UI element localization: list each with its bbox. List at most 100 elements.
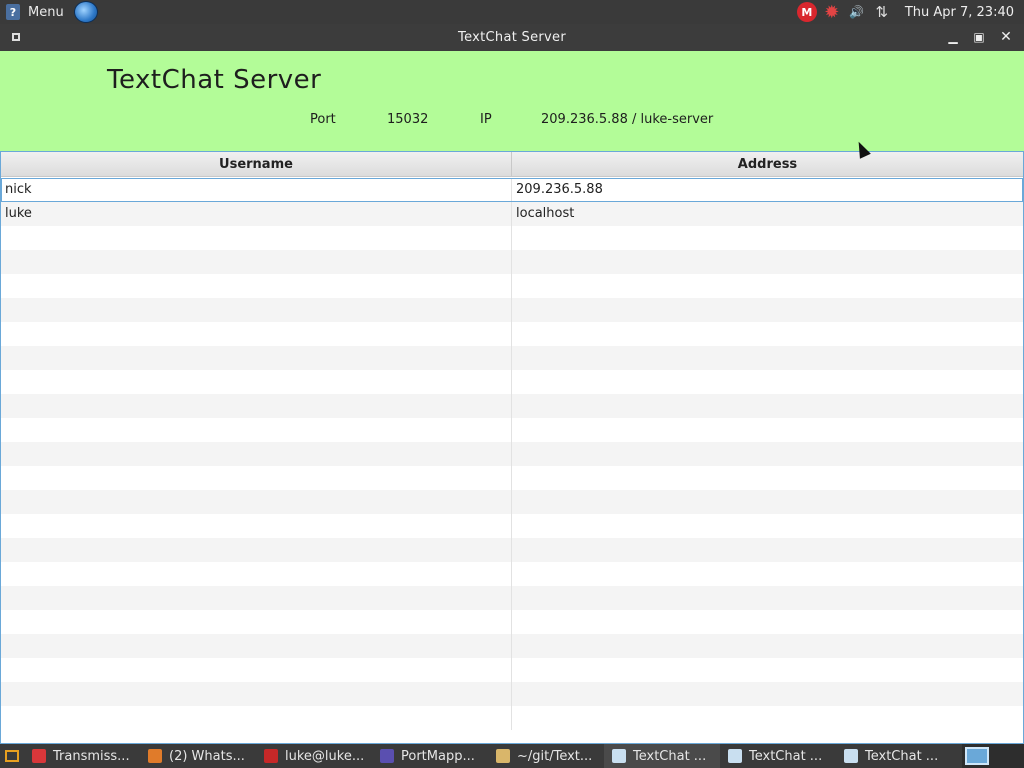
empty-cell[interactable] (512, 562, 1023, 586)
empty-cell[interactable] (1, 274, 512, 298)
empty-table-row[interactable] (1, 706, 1023, 730)
empty-table-row[interactable] (1, 562, 1023, 586)
column-header-username[interactable]: Username (1, 152, 512, 177)
empty-cell[interactable] (512, 394, 1023, 418)
empty-table-row[interactable] (1, 466, 1023, 490)
empty-cell[interactable] (1, 586, 512, 610)
empty-cell[interactable] (1, 466, 512, 490)
network-icon[interactable]: ⇅ (872, 2, 892, 22)
empty-cell[interactable] (512, 706, 1023, 730)
table-body[interactable]: nick 209.236.5.88 luke localhost (1, 178, 1023, 744)
username-cell[interactable]: luke (1, 202, 512, 226)
empty-cell[interactable] (512, 346, 1023, 370)
taskbar-item[interactable]: (2) Whats... (140, 744, 256, 768)
empty-cell[interactable] (1, 442, 512, 466)
clock[interactable]: Thu Apr 7, 23:40 (905, 5, 1014, 20)
empty-table-row[interactable] (1, 370, 1023, 394)
taskbar-item-active[interactable]: TextChat ... (604, 744, 720, 768)
window-titlebar[interactable]: TextChat Server ▁ ▣ ✕ (0, 24, 1024, 51)
empty-cell[interactable] (1, 346, 512, 370)
empty-table-row[interactable] (1, 418, 1023, 442)
empty-cell[interactable] (512, 610, 1023, 634)
empty-cell[interactable] (1, 370, 512, 394)
empty-cell[interactable] (512, 370, 1023, 394)
update-notifier-icon[interactable]: ✹ (822, 2, 842, 23)
taskbar-item[interactable]: TextChat ... (720, 744, 836, 768)
empty-table-row[interactable] (1, 442, 1023, 466)
mega-sync-icon[interactable]: M (796, 2, 817, 22)
empty-cell[interactable] (512, 490, 1023, 514)
menu-button[interactable]: ? Menu (6, 2, 64, 22)
maximize-button[interactable]: ▣ (970, 28, 988, 46)
address-cell[interactable]: localhost (512, 202, 1023, 226)
empty-cell[interactable] (1, 226, 512, 250)
empty-table-row[interactable] (1, 490, 1023, 514)
users-table[interactable]: Username Address nick 209.236.5.88 luke … (0, 151, 1024, 744)
empty-cell[interactable] (1, 538, 512, 562)
taskbar-item[interactable]: ~/git/Text... (488, 744, 604, 768)
server-header: TextChat Server Port 15032 IP 209.236.5.… (0, 51, 1024, 151)
column-header-address[interactable]: Address (512, 152, 1023, 177)
empty-table-row[interactable] (1, 250, 1023, 274)
empty-cell[interactable] (1, 658, 512, 682)
terminal-icon (264, 749, 278, 763)
port-value: 15032 (387, 112, 429, 127)
table-row[interactable]: luke localhost (1, 202, 1023, 226)
workspace-switcher[interactable] (962, 744, 1024, 768)
firefox-icon (148, 749, 162, 763)
empty-cell[interactable] (512, 418, 1023, 442)
empty-table-row[interactable] (1, 394, 1023, 418)
taskbar-item[interactable]: luke@luke... (256, 744, 372, 768)
empty-table-row[interactable] (1, 658, 1023, 682)
empty-table-row[interactable] (1, 346, 1023, 370)
empty-cell[interactable] (1, 322, 512, 346)
volume-icon[interactable]: 🔊 (847, 2, 867, 22)
empty-cell[interactable] (512, 586, 1023, 610)
empty-cell[interactable] (512, 634, 1023, 658)
empty-table-row[interactable] (1, 226, 1023, 250)
empty-cell[interactable] (1, 562, 512, 586)
empty-table-row[interactable] (1, 610, 1023, 634)
empty-cell[interactable] (1, 682, 512, 706)
empty-cell[interactable] (512, 682, 1023, 706)
empty-cell[interactable] (512, 250, 1023, 274)
empty-cell[interactable] (512, 538, 1023, 562)
minimize-button[interactable]: ▁ (944, 28, 962, 46)
empty-table-row[interactable] (1, 634, 1023, 658)
empty-cell[interactable] (512, 226, 1023, 250)
empty-table-row[interactable] (1, 298, 1023, 322)
empty-cell[interactable] (1, 514, 512, 538)
empty-cell[interactable] (1, 706, 512, 730)
username-cell[interactable]: nick (1, 178, 512, 202)
menu-label: Menu (28, 4, 64, 20)
empty-cell[interactable] (1, 490, 512, 514)
empty-table-row[interactable] (1, 274, 1023, 298)
empty-table-row[interactable] (1, 586, 1023, 610)
close-button[interactable]: ✕ (997, 28, 1015, 46)
empty-table-row[interactable] (1, 514, 1023, 538)
empty-cell[interactable] (1, 634, 512, 658)
empty-cell[interactable] (512, 274, 1023, 298)
taskbar-item[interactable]: TextChat ... (836, 744, 952, 768)
empty-table-row[interactable] (1, 682, 1023, 706)
empty-cell[interactable] (512, 514, 1023, 538)
empty-cell[interactable] (512, 298, 1023, 322)
empty-cell[interactable] (1, 610, 512, 634)
empty-cell[interactable] (512, 322, 1023, 346)
empty-cell[interactable] (1, 394, 512, 418)
empty-cell[interactable] (512, 442, 1023, 466)
empty-table-row[interactable] (1, 322, 1023, 346)
taskbar-item[interactable]: PortMapp... (372, 744, 488, 768)
ip-label: IP (480, 112, 492, 127)
empty-cell[interactable] (1, 418, 512, 442)
empty-cell[interactable] (1, 298, 512, 322)
table-row[interactable]: nick 209.236.5.88 (1, 178, 1023, 202)
browser-launcher-icon[interactable] (74, 1, 98, 23)
empty-cell[interactable] (512, 658, 1023, 682)
show-desktop-icon[interactable] (0, 744, 24, 768)
empty-table-row[interactable] (1, 538, 1023, 562)
address-cell[interactable]: 209.236.5.88 (512, 178, 1023, 202)
empty-cell[interactable] (1, 250, 512, 274)
empty-cell[interactable] (512, 466, 1023, 490)
taskbar-item[interactable]: Transmiss... (24, 744, 140, 768)
